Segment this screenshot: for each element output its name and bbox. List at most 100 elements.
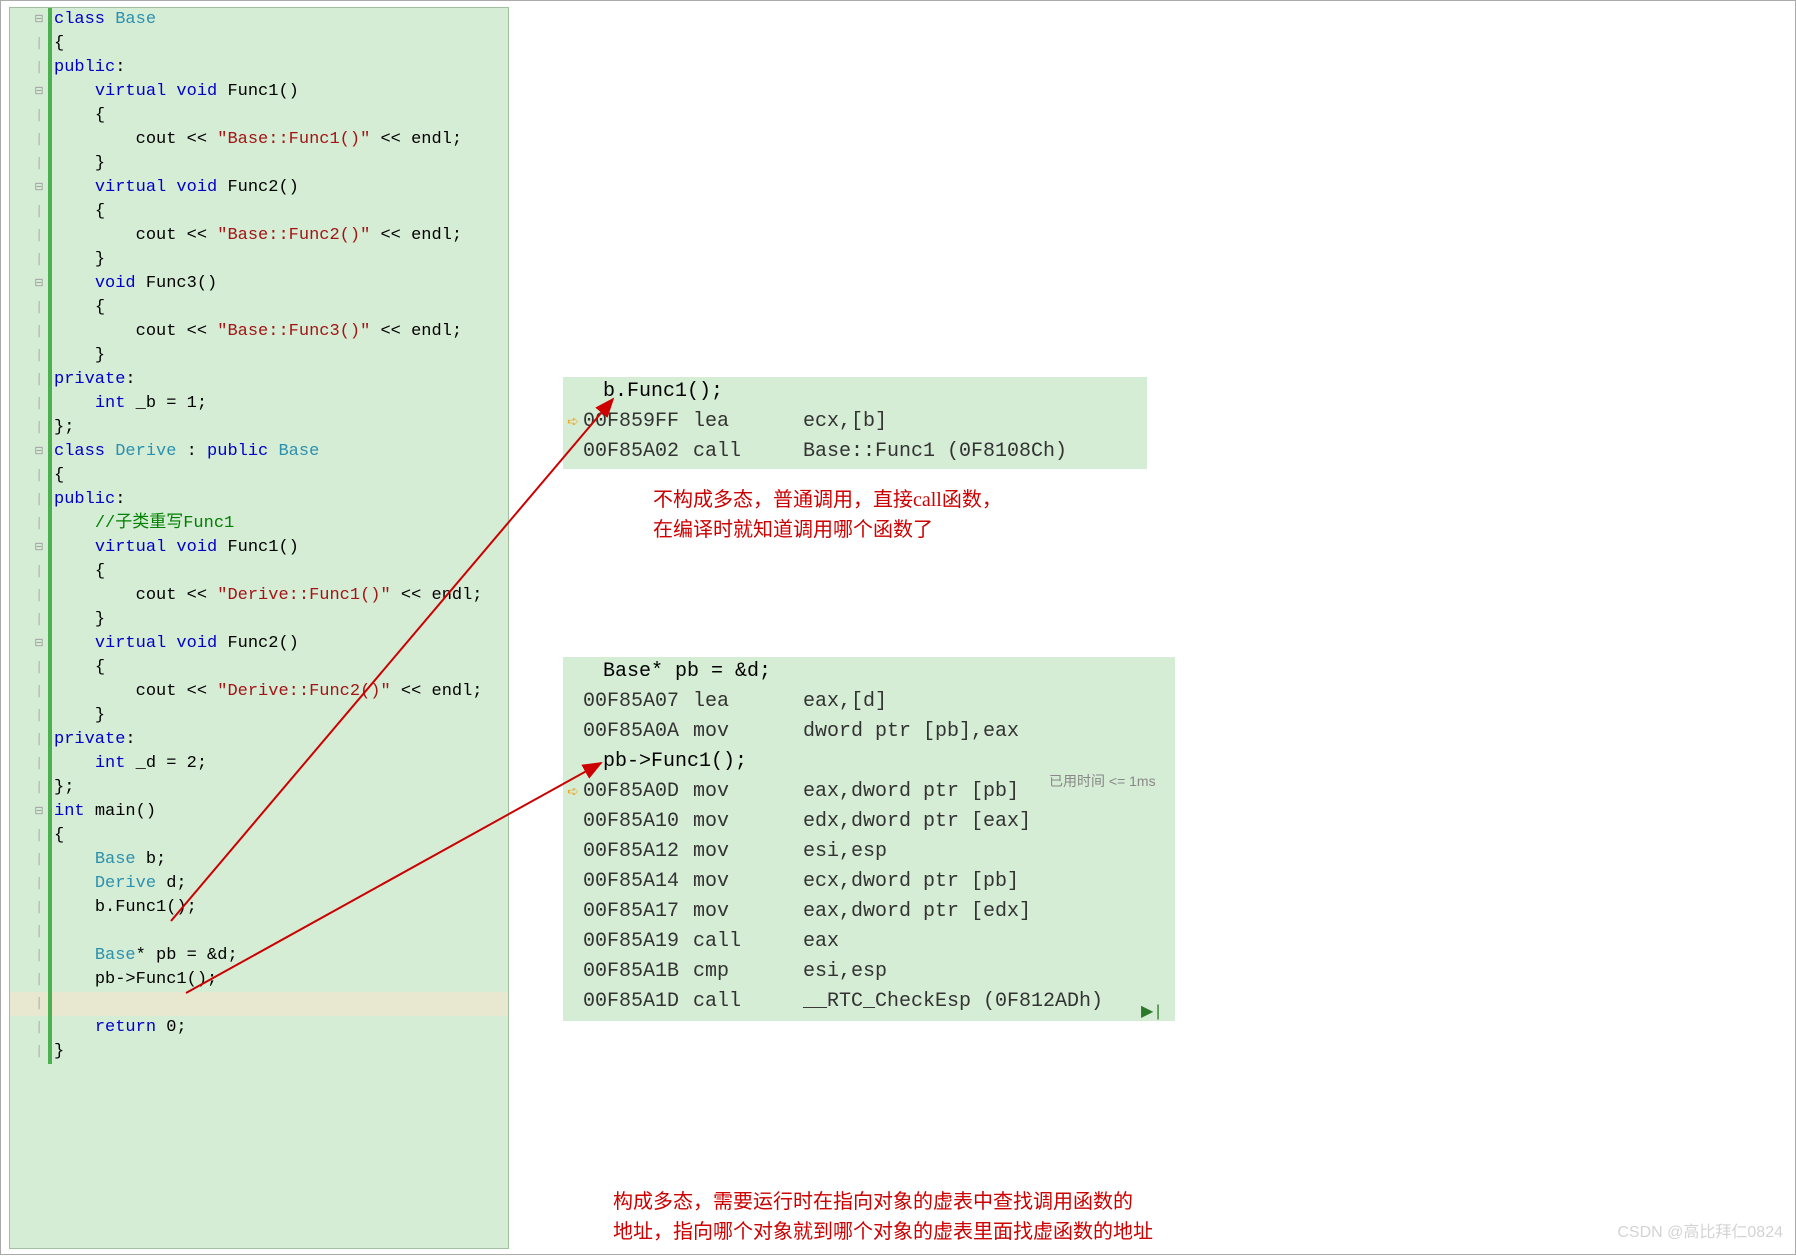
fold-toggle-icon[interactable]: ⊟ [30, 536, 48, 560]
code-line[interactable]: │} [10, 1040, 508, 1064]
code-line[interactable]: │ b.Func1(); [10, 896, 508, 920]
code-line[interactable]: │ { [10, 200, 508, 224]
code-line[interactable]: ⊟int main() [10, 800, 508, 824]
fold-toggle-icon[interactable]: ⊟ [30, 272, 48, 296]
asm-line[interactable]: Base* pb = &d; [563, 657, 1175, 687]
fold-toggle-icon: │ [30, 608, 48, 632]
code-line[interactable]: │public: [10, 488, 508, 512]
code-text: public: [52, 56, 125, 80]
code-line[interactable]: │}; [10, 776, 508, 800]
code-line[interactable]: │ int _d = 2; [10, 752, 508, 776]
disassembly-panel-1[interactable]: b.Func1();➪00F859FFleaecx,[b]00F85A02cal… [563, 377, 1147, 469]
code-line[interactable]: │ { [10, 656, 508, 680]
timing-label: 已用时间 <= 1ms [1049, 771, 1156, 791]
asm-operands: __RTC_CheckEsp (0F812ADh) [803, 987, 1103, 1017]
asm-operands: ecx,[b] [803, 407, 887, 437]
asm-line[interactable]: 00F85A17moveax,dword ptr [edx] [563, 897, 1175, 927]
fold-toggle-icon[interactable]: ⊟ [30, 632, 48, 656]
annotation-2: 构成多态，需要运行时在指向对象的虚表中查找调用函数的 地址，指向哪个对象就到哪个… [613, 1187, 1153, 1247]
fold-toggle-icon: │ [30, 944, 48, 968]
code-line[interactable]: │ Derive d; [10, 872, 508, 896]
asm-source-line: b.Func1(); [583, 377, 723, 407]
fold-toggle-icon: │ [30, 128, 48, 152]
code-line[interactable]: ⊟ virtual void Func2() [10, 632, 508, 656]
fold-toggle-icon[interactable]: ⊟ [30, 8, 48, 32]
code-line[interactable]: │{ [10, 32, 508, 56]
fold-toggle-icon[interactable]: ⊟ [30, 80, 48, 104]
code-line[interactable]: │ } [10, 608, 508, 632]
fold-toggle-icon: │ [30, 656, 48, 680]
asm-line[interactable]: 00F85A1Bcmpesi,esp [563, 957, 1175, 987]
code-line[interactable]: │ [10, 920, 508, 944]
disassembly-panel-2[interactable]: Base* pb = &d;00F85A07leaeax,[d]00F85A0A… [563, 657, 1175, 1021]
code-line[interactable]: │ return 0; [10, 1016, 508, 1040]
code-line[interactable]: │{ [10, 464, 508, 488]
asm-operands: Base::Func1 (0F8108Ch) [803, 437, 1067, 467]
code-line[interactable]: │ { [10, 560, 508, 584]
code-line[interactable]: │}; [10, 416, 508, 440]
fold-toggle-icon[interactable]: ⊟ [30, 800, 48, 824]
code-line[interactable]: │{ [10, 824, 508, 848]
code-line[interactable]: │ cout << "Base::Func1()" << endl; [10, 128, 508, 152]
code-line[interactable]: │ cout << "Base::Func2()" << endl; [10, 224, 508, 248]
asm-line[interactable]: 00F85A02callBase::Func1 (0F8108Ch) [563, 437, 1147, 467]
fold-toggle-icon: │ [30, 896, 48, 920]
code-line[interactable]: │ cout << "Base::Func3()" << endl; [10, 320, 508, 344]
code-text: virtual void Func2() [52, 176, 299, 200]
code-line[interactable]: │ Base b; [10, 848, 508, 872]
asm-address: 00F85A12 [583, 837, 693, 867]
code-line[interactable]: ⊟ virtual void Func1() [10, 80, 508, 104]
fold-toggle-icon[interactable]: ⊟ [30, 176, 48, 200]
asm-operands: eax [803, 927, 839, 957]
code-line[interactable]: │ cout << "Derive::Func1()" << endl; [10, 584, 508, 608]
play-next-icon[interactable]: ▶| [1141, 1001, 1163, 1021]
asm-line[interactable]: 00F85A12movesi,esp [563, 837, 1175, 867]
code-line[interactable]: │ } [10, 344, 508, 368]
source-code-panel[interactable]: ⊟class Base│{│public:⊟ virtual void Func… [9, 7, 509, 1249]
fold-toggle-icon[interactable]: ⊟ [30, 440, 48, 464]
asm-operands: dword ptr [pb],eax [803, 717, 1019, 747]
code-line[interactable]: │ } [10, 704, 508, 728]
asm-opcode: mov [693, 807, 803, 837]
code-line[interactable]: ⊟class Base [10, 8, 508, 32]
asm-operands: eax,[d] [803, 687, 887, 717]
fold-toggle-icon: │ [30, 848, 48, 872]
asm-source-line: Base* pb = &d; [583, 657, 771, 687]
code-line[interactable]: │ int _b = 1; [10, 392, 508, 416]
code-line[interactable]: │ [10, 992, 508, 1016]
code-line[interactable]: │ { [10, 296, 508, 320]
code-line[interactable]: │ { [10, 104, 508, 128]
asm-line[interactable]: 00F85A0Amovdword ptr [pb],eax [563, 717, 1175, 747]
code-line[interactable]: │ Base* pb = &d; [10, 944, 508, 968]
code-line[interactable]: ⊟ virtual void Func2() [10, 176, 508, 200]
asm-address: 00F85A07 [583, 687, 693, 717]
asm-line[interactable]: b.Func1(); [563, 377, 1147, 407]
asm-line[interactable]: 00F85A14movecx,dword ptr [pb] [563, 867, 1175, 897]
code-line[interactable]: │private: [10, 368, 508, 392]
code-line[interactable]: ⊟class Derive : public Base [10, 440, 508, 464]
asm-line[interactable]: 00F85A1Dcall__RTC_CheckEsp (0F812ADh) [563, 987, 1175, 1017]
code-line[interactable]: ⊟ void Func3() [10, 272, 508, 296]
code-text: }; [52, 776, 74, 800]
code-text: } [52, 608, 105, 632]
code-line[interactable]: │private: [10, 728, 508, 752]
current-line-arrow-icon: ➪ [567, 415, 579, 431]
fold-toggle-icon: │ [30, 1040, 48, 1064]
code-line[interactable]: │ cout << "Derive::Func2()" << endl; [10, 680, 508, 704]
fold-toggle-icon: │ [30, 488, 48, 512]
code-line[interactable]: │ } [10, 248, 508, 272]
code-line[interactable]: │ //子类重写Func1 [10, 512, 508, 536]
asm-line[interactable]: 00F85A07leaeax,[d] [563, 687, 1175, 717]
code-text: virtual void Func1() [52, 80, 299, 104]
asm-line[interactable]: ➪00F859FFleaecx,[b] [563, 407, 1147, 437]
asm-line[interactable]: 00F85A10movedx,dword ptr [eax] [563, 807, 1175, 837]
code-line[interactable]: │public: [10, 56, 508, 80]
asm-line[interactable]: 00F85A19calleax [563, 927, 1175, 957]
code-line[interactable]: │ } [10, 152, 508, 176]
code-text: } [52, 704, 105, 728]
fold-toggle-icon: │ [30, 512, 48, 536]
code-text: virtual void Func2() [52, 632, 299, 656]
code-line[interactable]: │ pb->Func1(); [10, 968, 508, 992]
code-text: pb->Func1(); [52, 968, 217, 992]
code-line[interactable]: ⊟ virtual void Func1() [10, 536, 508, 560]
